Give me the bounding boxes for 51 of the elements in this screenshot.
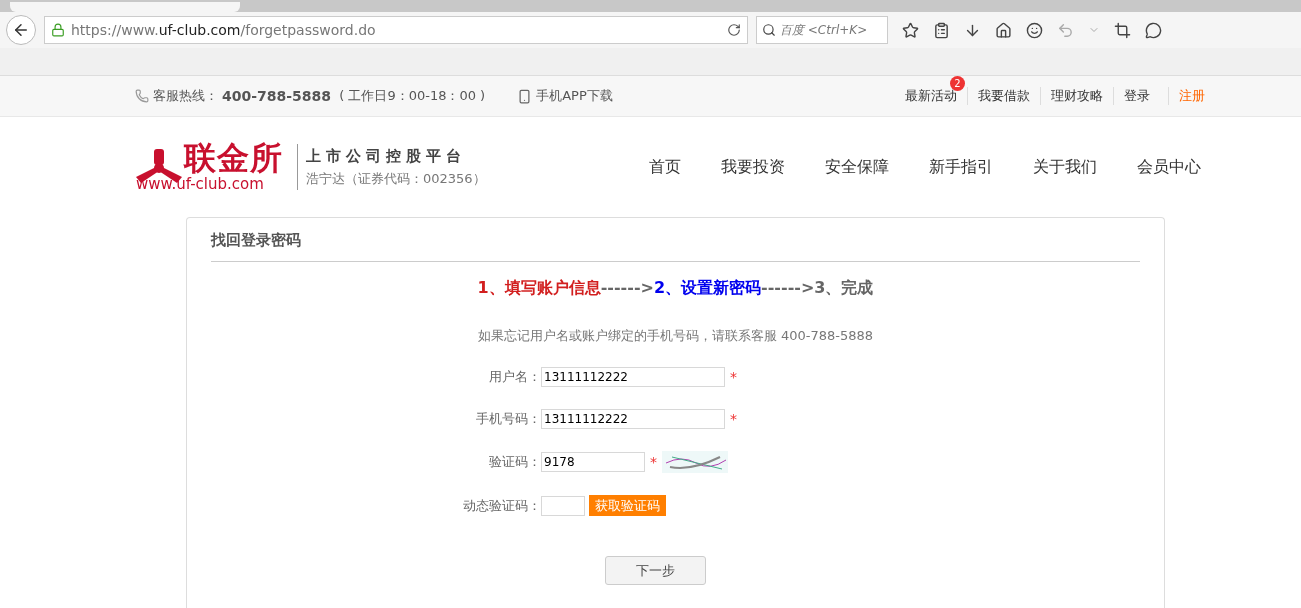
step-label: 3、完成 [814, 278, 874, 299]
step-arrow: ------> [600, 278, 654, 299]
required-mark: * [730, 369, 737, 385]
nav-link[interactable]: 新手指引 [929, 156, 993, 178]
captcha-image[interactable] [662, 451, 728, 473]
top-link[interactable]: 登录 [1114, 87, 1160, 105]
input-field[interactable]: 9178 [541, 452, 645, 472]
nav-link[interactable]: 会员中心 [1137, 156, 1201, 178]
stock-code-text: 浩宁达（证券代码：002356） [306, 169, 486, 188]
logo-name: 联金所 [184, 141, 283, 175]
nav-link[interactable]: 关于我们 [1033, 156, 1097, 178]
field-label: 用户名： [488, 368, 541, 386]
reload-icon[interactable] [727, 23, 741, 37]
notice-text: 如果忘记用户名或账户绑定的手机号码，请联系客服 400-788-5888 [477, 327, 874, 345]
home-icon[interactable] [995, 21, 1012, 39]
nav-link[interactable]: 安全保障 [825, 156, 889, 178]
input-field[interactable] [541, 495, 585, 516]
field-label: 动态验证码： [462, 496, 541, 515]
field-label: 手机号码： [475, 410, 541, 428]
url-text: https://www.uf-club.com/forgetpassword.do [71, 22, 377, 38]
nav-link[interactable]: 我要投资 [721, 156, 785, 178]
slogan-text: 上市公司控股平台 [306, 146, 467, 166]
count-badge: 2 [950, 76, 965, 91]
hotline-text: 客服热线： 400-788-5888 ( 工作日9：00-18：00 ) [135, 87, 486, 105]
clipboard-icon[interactable] [933, 21, 950, 39]
smartphone-icon [517, 88, 533, 104]
step-arrow: ------> [761, 278, 815, 299]
input-field[interactable]: 13111112222 [541, 367, 725, 387]
top-link[interactable]: 我要借款 [968, 87, 1040, 105]
lock-icon [51, 23, 65, 37]
logo-url: www.uf-club.com [136, 175, 265, 193]
star-icon[interactable] [902, 21, 919, 39]
address-bar[interactable]: https://www.uf-club.com/forgetpassword.do [44, 16, 748, 44]
smiley-icon[interactable] [1026, 21, 1043, 39]
step-label: 2、设置新密码 [653, 278, 762, 299]
required-mark: * [650, 454, 657, 470]
nav-link[interactable]: 首页 [649, 156, 681, 178]
back-button[interactable] [6, 15, 36, 45]
input-field[interactable]: 13111112222 [541, 409, 725, 429]
search-field[interactable]: 百度 <Ctrl+K> [756, 16, 888, 44]
chat-icon[interactable] [1145, 21, 1162, 39]
top-link[interactable]: 理财攻略 [1041, 87, 1113, 105]
required-mark: * [730, 411, 737, 427]
phone-icon [135, 89, 149, 103]
search-icon [762, 23, 776, 37]
card-title: 找回登录密码 [211, 218, 1140, 262]
app-download-link[interactable]: 手机APP下载 [517, 87, 613, 105]
field-label: 验证码： [488, 453, 541, 471]
crop-icon[interactable] [1114, 21, 1131, 39]
step-label: 1、填写账户信息 [477, 278, 601, 299]
next-step-button[interactable]: 下一步 [605, 556, 706, 585]
